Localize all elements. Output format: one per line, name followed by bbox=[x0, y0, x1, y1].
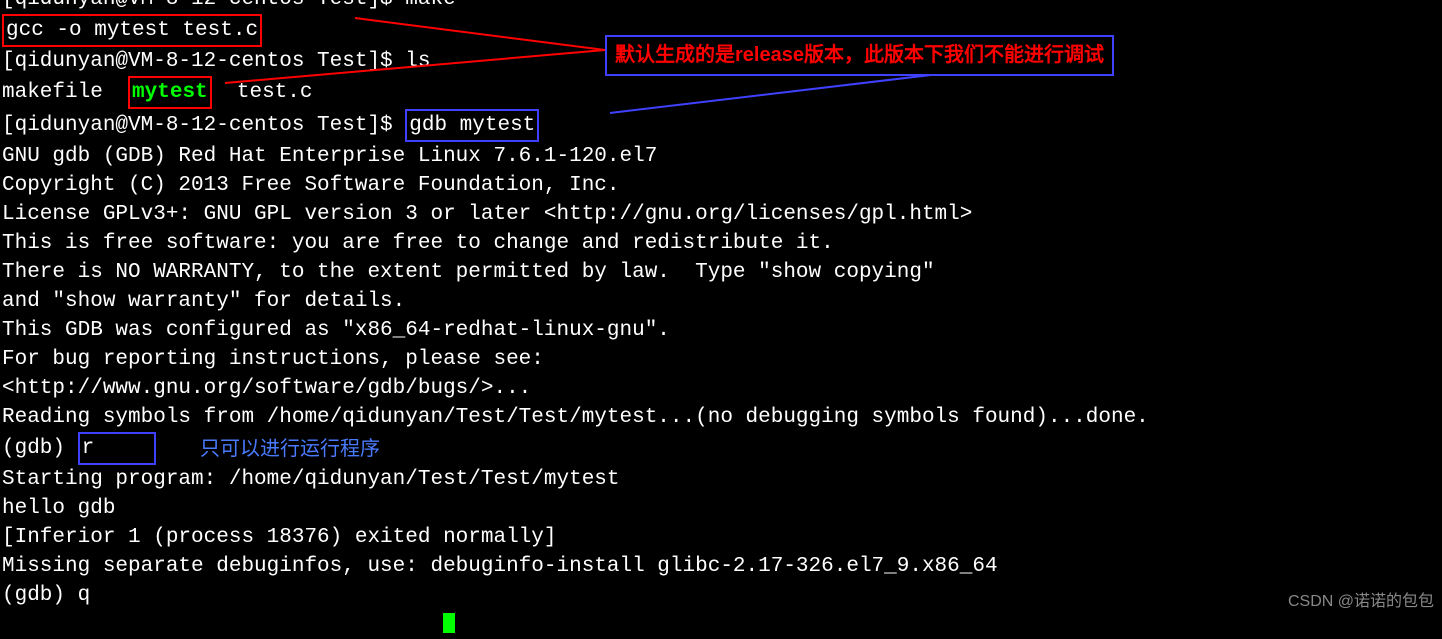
terminal-line: [qidunyan@VM-8-12-centos Test]$ make bbox=[2, 0, 1442, 14]
cursor-icon bbox=[443, 613, 455, 633]
mytest-box: mytest bbox=[128, 76, 212, 109]
terminal-line: Copyright (C) 2013 Free Software Foundat… bbox=[2, 171, 1442, 200]
terminal-line: [Inferior 1 (process 18376) exited norma… bbox=[2, 523, 1442, 552]
terminal-line: There is NO WARRANTY, to the extent perm… bbox=[2, 258, 1442, 287]
program-output-line: hello gdb bbox=[2, 494, 1442, 523]
gdb-command-box: gdb mytest bbox=[405, 109, 539, 142]
shell-prompt: [qidunyan@VM-8-12-centos Test]$ bbox=[2, 114, 405, 137]
terminal-line: This is free software: you are free to c… bbox=[2, 229, 1442, 258]
release-note-annotation: 默认生成的是release版本，此版本下我们不能进行调试 bbox=[605, 35, 1114, 76]
terminal-line: Reading symbols from /home/qidunyan/Test… bbox=[2, 403, 1442, 432]
shell-prompt: [qidunyan@VM-8-12-centos Test]$ bbox=[2, 50, 405, 73]
terminal-line: Starting program: /home/qidunyan/Test/Te… bbox=[2, 465, 1442, 494]
terminal-line: and "show warranty" for details. bbox=[2, 287, 1442, 316]
terminal-line: <http://www.gnu.org/software/gdb/bugs/>.… bbox=[2, 374, 1442, 403]
run-only-annotation: 只可以进行运行程序 bbox=[200, 435, 380, 464]
ls-output-line: makefile mytest test.c bbox=[2, 76, 1442, 109]
file-mytest: mytest bbox=[132, 81, 208, 104]
terminal-line: Missing separate debuginfos, use: debugi… bbox=[2, 552, 1442, 581]
terminal-line: License GPLv3+: GNU GPL version 3 or lat… bbox=[2, 200, 1442, 229]
terminal-line: [qidunyan@VM-8-12-centos Test]$ gdb myte… bbox=[2, 109, 1442, 142]
watermark-text: CSDN @诺诺的包包 bbox=[1288, 587, 1434, 616]
terminal-line: GNU gdb (GDB) Red Hat Enterprise Linux 7… bbox=[2, 142, 1442, 171]
terminal-line: This GDB was configured as "x86_64-redha… bbox=[2, 316, 1442, 345]
file-makefile: makefile bbox=[2, 81, 128, 104]
gcc-command-box: gcc -o mytest test.c bbox=[2, 14, 262, 47]
gdb-prompt-line: (gdb) q bbox=[2, 581, 1442, 610]
gdb-prompt: (gdb) bbox=[2, 437, 78, 460]
gdb-r-command-box: r bbox=[78, 432, 157, 465]
ls-command: ls bbox=[405, 50, 430, 73]
file-testc: test.c bbox=[212, 81, 313, 104]
terminal-line: For bug reporting instructions, please s… bbox=[2, 345, 1442, 374]
